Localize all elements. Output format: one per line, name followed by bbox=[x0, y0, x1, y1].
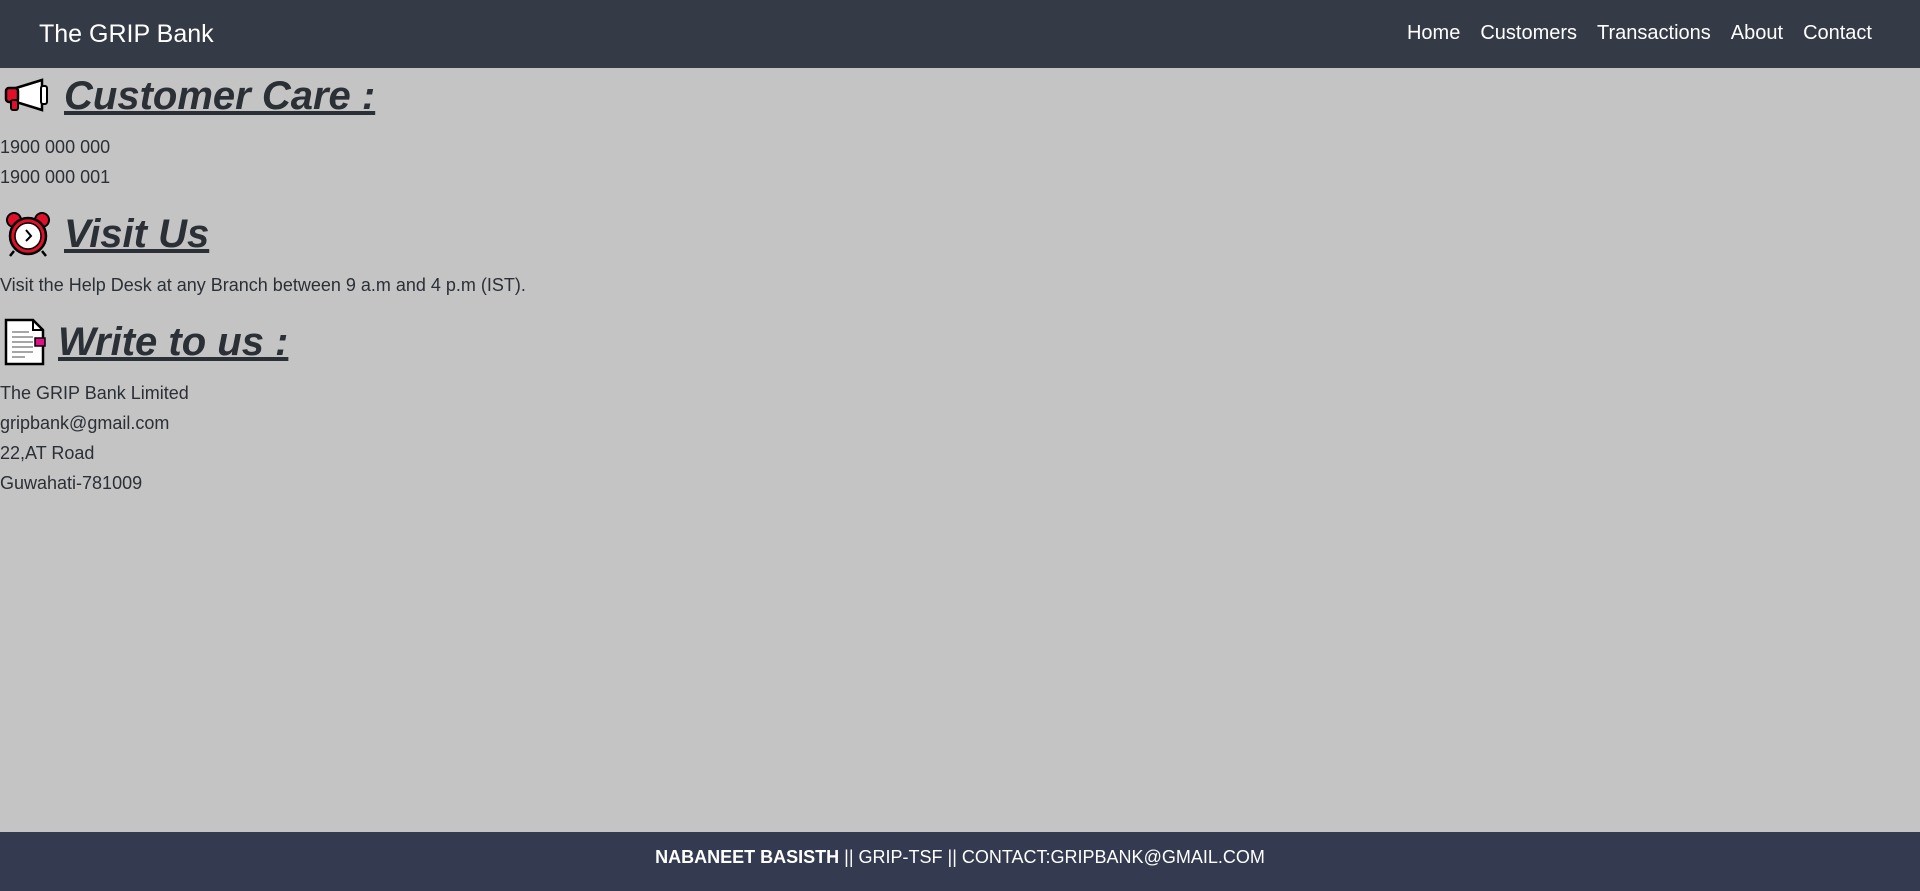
alarm-clock-icon bbox=[2, 210, 54, 258]
page-footer: NABANEET BASISTH || GRIP-TSF || CONTACT:… bbox=[0, 832, 1920, 891]
top-navbar: The GRIP Bank Home Customers Transaction… bbox=[0, 0, 1920, 68]
footer-tag: GRIP-TSF bbox=[858, 847, 943, 867]
address-line-2: 22,AT Road bbox=[0, 443, 95, 463]
write-to-us-section: Write to us : The GRIP Bank Limited grip… bbox=[0, 318, 1920, 498]
customer-care-section: Customer Care : 1900 000 000 1900 000 00… bbox=[0, 72, 1920, 192]
visit-us-text: Visit the Help Desk at any Branch betwee… bbox=[0, 275, 526, 295]
footer-author: NABANEET BASISTH bbox=[655, 847, 840, 867]
document-icon bbox=[2, 318, 48, 366]
nav-links: Home Customers Transactions About Contac… bbox=[1387, 20, 1872, 47]
visit-us-section: Visit Us Visit the Help Desk at any Bran… bbox=[0, 210, 1920, 300]
customer-care-heading: Customer Care : bbox=[0, 72, 1920, 120]
nav-about[interactable]: About bbox=[1731, 20, 1783, 47]
footer-contact: CONTACT:GRIPBANK@GMAIL.COM bbox=[961, 847, 1265, 867]
address-line-1: The GRIP Bank Limited bbox=[0, 383, 189, 403]
phone-number-2: 1900 000 001 bbox=[0, 167, 111, 187]
contact-content: Customer Care : 1900 000 000 1900 000 00… bbox=[0, 68, 1920, 498]
nav-customers[interactable]: Customers bbox=[1480, 20, 1577, 47]
email-line: gripbank@gmail.com bbox=[0, 413, 170, 433]
visit-us-heading: Visit Us bbox=[0, 210, 1920, 258]
brand-link[interactable]: The GRIP Bank bbox=[39, 19, 214, 49]
write-to-us-heading: Write to us : bbox=[0, 318, 1920, 366]
phone-number-1: 1900 000 000 bbox=[0, 137, 111, 157]
nav-home[interactable]: Home bbox=[1407, 20, 1460, 47]
write-to-us-title: Write to us : bbox=[58, 320, 289, 364]
footer-separator-2: || bbox=[942, 847, 962, 867]
footer-separator-1: || bbox=[839, 847, 859, 867]
customer-care-title: Customer Care : bbox=[64, 74, 376, 118]
nav-contact[interactable]: Contact bbox=[1803, 20, 1872, 47]
nav-transactions[interactable]: Transactions bbox=[1597, 20, 1711, 47]
visit-us-title: Visit Us bbox=[64, 212, 210, 256]
address-line-3: Guwahati-781009 bbox=[0, 473, 143, 493]
megaphone-icon bbox=[2, 72, 54, 120]
